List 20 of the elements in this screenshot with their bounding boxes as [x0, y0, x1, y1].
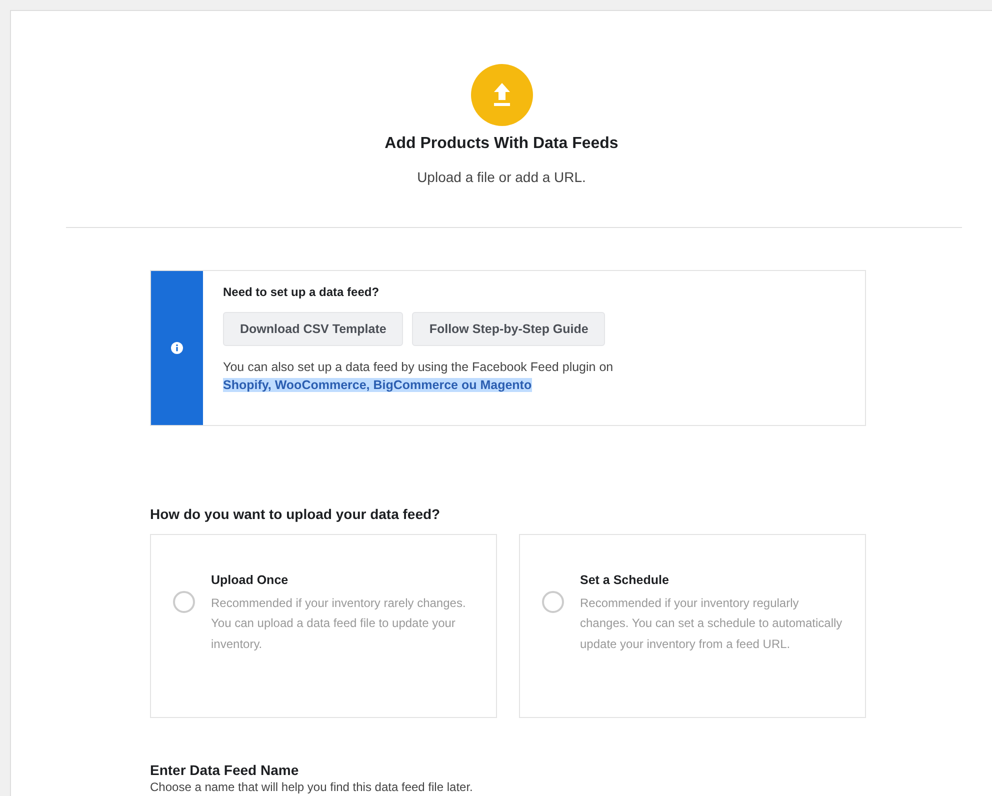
guide-button[interactable]: Follow Step-by-Step Guide — [412, 312, 606, 346]
radio-button[interactable] — [173, 591, 195, 613]
notice-text: You can also set up a data feed by using the Facebook Feed plugin on Shopify, WooCommerce, BigCommerce ou Magento — [223, 359, 614, 394]
info-icon — [171, 342, 183, 354]
section-heading: How do you want to upload your data feed? — [150, 506, 442, 522]
platform-link[interactable]: Shopify, WooCommerce, BigCommerce ou Magento — [223, 378, 532, 392]
option-card[interactable]: Set a Schedule Recommended if your inventory regularly changes. You can set a schedule to automatically update your inventory from a feed URL. — [519, 534, 866, 718]
option-description: Recommended if your inventory rarely changes. You can upload a data feed file to update your inventory. — [211, 595, 467, 653]
option-card[interactable]: Upload Once Recommended if your inventory rarely changes. You can upload a data feed file to update your inventory. — [150, 534, 497, 718]
notice-title: Need to set up a data feed? — [223, 285, 380, 299]
page-title: Add Products With Data Feeds — [384, 135, 618, 153]
option-description: Recommended if your inventory regularly changes. You can set a schedule to automatically update your inventory from a feed URL. — [580, 595, 844, 653]
guide-button[interactable]: Download CSV Template — [223, 312, 404, 346]
radio-button[interactable] — [542, 591, 564, 613]
option-title: Upload Once — [211, 573, 290, 587]
section-description: Choose a name that will help you find this data feed file later. — [150, 780, 474, 794]
section-heading: Enter Data Feed Name — [150, 762, 300, 778]
upload-icon — [470, 64, 532, 126]
page-subtitle: Upload a file or add a URL. — [417, 169, 586, 185]
option-title: Set a Schedule — [580, 573, 670, 587]
